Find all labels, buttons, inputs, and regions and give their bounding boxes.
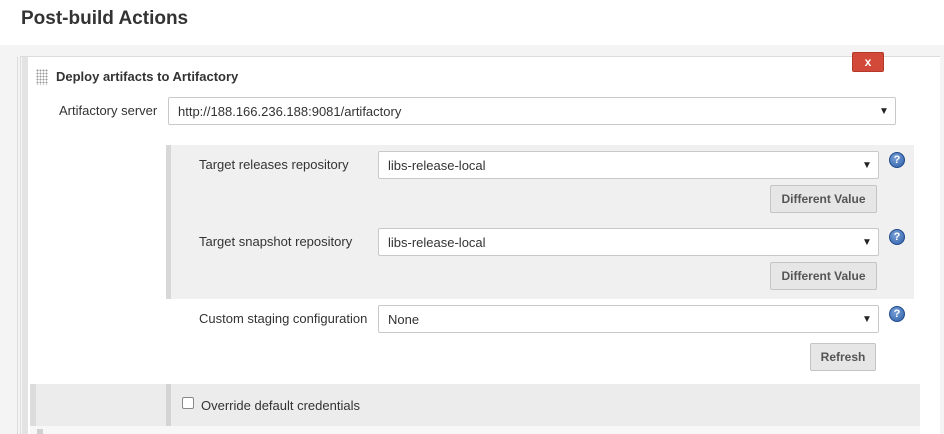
- target-snapshot-select[interactable]: libs-release-local ▼: [378, 228, 879, 256]
- target-snapshot-different-value-button[interactable]: Different Value: [770, 262, 877, 290]
- override-credentials-label[interactable]: Override default credentials: [201, 398, 360, 413]
- deploy-block-stripe: [22, 57, 28, 434]
- artifactory-server-value: http://188.166.236.188:9081/artifactory: [178, 103, 402, 119]
- custom-staging-value: None: [388, 311, 420, 327]
- help-icon[interactable]: ?: [889, 152, 905, 168]
- chevron-down-icon: ▼: [862, 236, 872, 248]
- target-releases-label: Target releases repository: [199, 157, 349, 172]
- artifactory-server-select[interactable]: http://188.166.236.188:9081/artifactory …: [168, 97, 896, 125]
- override-credentials-checkbox[interactable]: [182, 397, 194, 409]
- target-snapshot-value: libs-release-local: [388, 234, 486, 250]
- help-icon[interactable]: ?: [889, 306, 905, 322]
- chevron-down-icon: ▼: [862, 159, 872, 171]
- section-title: Post-build Actions: [21, 8, 189, 29]
- chevron-down-icon: ▼: [879, 105, 889, 117]
- refresh-button[interactable]: Refresh: [810, 343, 876, 371]
- help-icon[interactable]: ?: [889, 229, 905, 245]
- post-build-actions-page: Post-build Actions Deploy artifacts to A…: [0, 0, 944, 434]
- custom-staging-select[interactable]: None ▼: [378, 305, 879, 333]
- delete-block-button[interactable]: x: [852, 52, 884, 72]
- custom-staging-label: Custom staging configuration: [199, 311, 368, 326]
- next-block-handle-icon: [37, 429, 43, 434]
- drag-handle-icon[interactable]: [36, 69, 48, 85]
- target-releases-value: libs-release-local: [388, 157, 486, 173]
- artifactory-server-label: Artifactory server: [59, 103, 158, 118]
- target-releases-select[interactable]: libs-release-local ▼: [378, 151, 879, 179]
- section-divider: [17, 57, 18, 434]
- target-snapshot-label: Target snapshot repository: [199, 234, 353, 249]
- chevron-down-icon: ▼: [862, 313, 872, 325]
- target-releases-different-value-button[interactable]: Different Value: [770, 185, 877, 213]
- deploy-block-title: Deploy artifacts to Artifactory: [56, 69, 239, 84]
- next-block-edge: [30, 426, 920, 434]
